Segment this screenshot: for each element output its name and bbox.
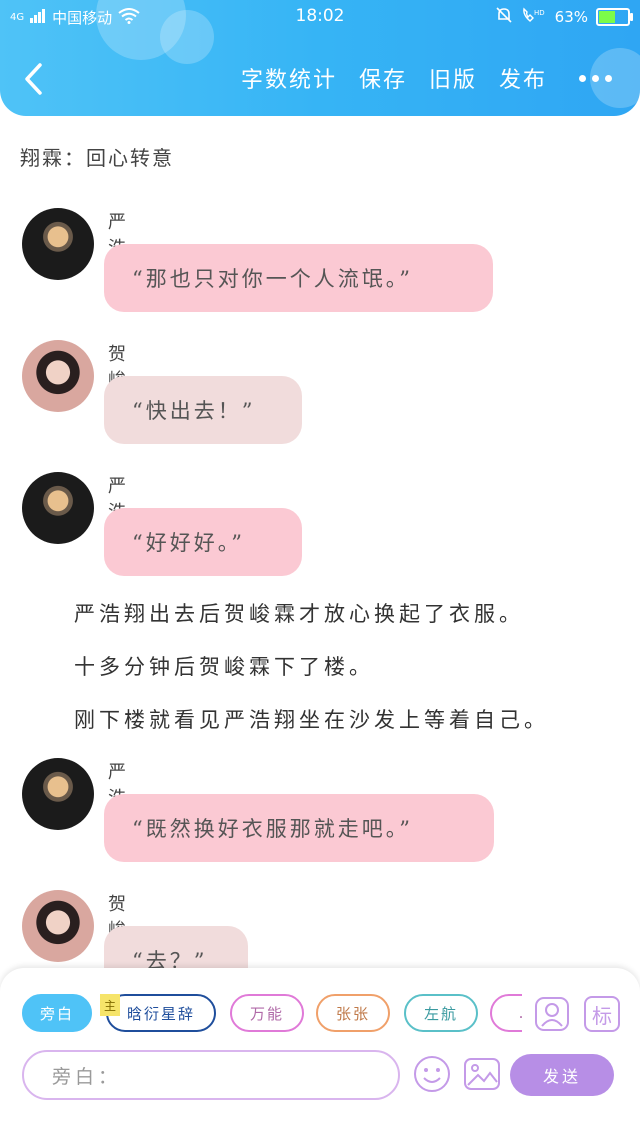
narration-line[interactable]: 严浩翔出去后贺峻霖才放心换起了衣服。	[74, 598, 524, 628]
avatar[interactable]	[22, 758, 94, 830]
narration-line[interactable]: 十多分钟后贺峻霖下了楼。	[74, 651, 374, 681]
battery-label: 63%	[554, 8, 588, 26]
avatar[interactable]	[22, 208, 94, 280]
smiley-icon	[414, 1056, 450, 1092]
message-bubble[interactable]: “那也只对你一个人流氓。”	[104, 244, 493, 312]
avatar[interactable]	[22, 472, 94, 544]
chevron-left-icon	[25, 63, 42, 95]
more-options-icon[interactable]	[579, 63, 612, 93]
word-count-button[interactable]: 字数统计	[241, 62, 337, 94]
role-chip-row[interactable]: 旁白 晗衍星辞 万能 张张 左航 …	[22, 994, 522, 1036]
tag-icon: 标	[592, 1003, 612, 1028]
message-bubble[interactable]: “好好好。”	[104, 508, 302, 576]
save-button[interactable]: 保存	[359, 62, 407, 94]
status-bar: 4G 中国移动 18:02 HD 63%	[0, 0, 640, 34]
chip-role[interactable]: 万能	[230, 994, 304, 1032]
svg-text:HD: HD	[534, 9, 545, 17]
chip-role[interactable]: 张张	[316, 994, 390, 1032]
tag-button[interactable]: 标	[584, 996, 620, 1032]
battery-fill	[599, 11, 616, 23]
old-version-button[interactable]: 旧版	[429, 62, 477, 94]
role-manager-button[interactable]	[534, 996, 570, 1032]
image-icon	[464, 1058, 500, 1090]
message-input[interactable]: 旁白：	[22, 1050, 400, 1100]
narration-line[interactable]: 刚下楼就看见严浩翔坐在沙发上等着自己。	[74, 704, 549, 734]
chip-narrator[interactable]: 旁白	[22, 994, 92, 1032]
chip-role[interactable]: …	[490, 994, 522, 1032]
mute-icon	[495, 6, 513, 28]
emoji-button[interactable]	[412, 1054, 452, 1094]
send-button[interactable]: 发送	[510, 1054, 614, 1096]
battery-icon	[596, 8, 633, 26]
chapter-title: 翔霖：回心转意	[20, 146, 174, 170]
chip-role[interactable]: 晗衍星辞	[106, 994, 216, 1032]
hd-call-icon: HD	[521, 6, 547, 28]
main-role-badge: 主	[100, 994, 120, 1016]
top-header: 4G 中国移动 18:02 HD 63% 字数统计 保存 旧版 发布	[0, 0, 640, 116]
publish-button[interactable]: 发布	[499, 62, 547, 94]
header-actions: 字数统计 保存 旧版 发布	[241, 62, 612, 94]
image-button[interactable]	[462, 1054, 502, 1094]
person-icon	[535, 997, 569, 1031]
back-button[interactable]	[22, 62, 46, 96]
message-bubble[interactable]: “快出去！”	[104, 376, 302, 444]
message-bubble[interactable]: “既然换好衣服那就走吧。”	[104, 794, 494, 862]
avatar[interactable]	[22, 340, 94, 412]
avatar[interactable]	[22, 890, 94, 962]
chip-role[interactable]: 左航	[404, 994, 478, 1032]
